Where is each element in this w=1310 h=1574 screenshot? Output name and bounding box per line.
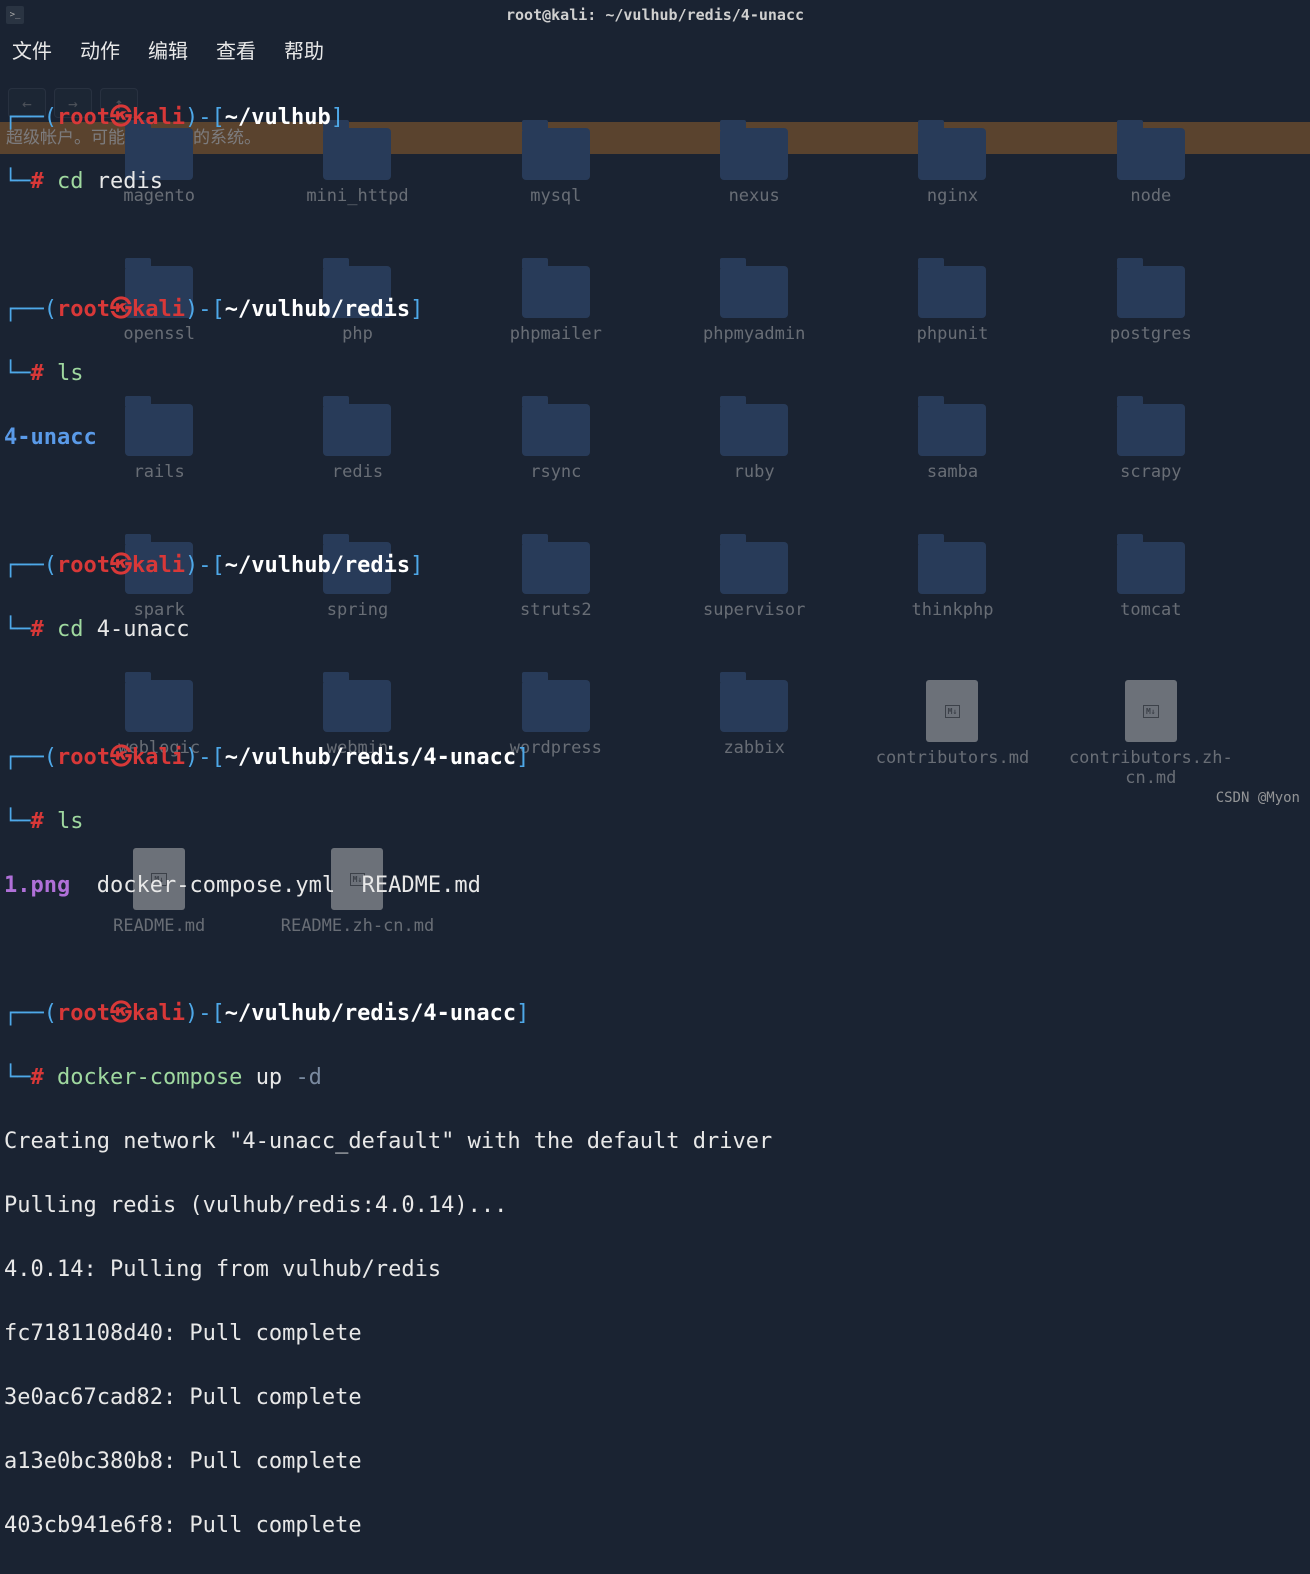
prompt-line: ┌──(root㉿kali)-[~/vulhub/redis] xyxy=(4,550,1306,582)
terminal-output[interactable]: ┌──(root㉿kali)-[~/vulhub] └─# cd redis ┌… xyxy=(4,70,1306,812)
output-line: 4.0.14: Pulling from vulhub/redis xyxy=(4,1254,1306,1286)
ls-output: 1.png docker-compose.yml README.md xyxy=(4,870,1306,902)
output-line: Creating network "4-unacc_default" with … xyxy=(4,1126,1306,1158)
menu-action[interactable]: 动作 xyxy=(80,35,120,64)
prompt-line: ┌──(root㉿kali)-[~/vulhub/redis/4-unacc] xyxy=(4,998,1306,1030)
menu-view[interactable]: 查看 xyxy=(216,35,256,64)
bg-file-label: README.md xyxy=(113,916,205,936)
output-line: 403cb941e6f8: Pull complete xyxy=(4,1510,1306,1542)
bg-file-label: README.zh-cn.md xyxy=(281,916,435,936)
command-line: └─# cd redis xyxy=(4,166,1306,198)
menu-edit[interactable]: 编辑 xyxy=(148,35,188,64)
prompt-line: ┌──(root㉿kali)-[~/vulhub] xyxy=(4,102,1306,134)
output-line: fc7181108d40: Pull complete xyxy=(4,1318,1306,1350)
output-line: 3e0ac67cad82: Pull complete xyxy=(4,1382,1306,1414)
window-title: root@kali: ~/vulhub/redis/4-unacc xyxy=(506,6,804,24)
menu-file[interactable]: 文件 xyxy=(12,35,52,64)
command-line: └─# docker-compose up -d xyxy=(4,1062,1306,1094)
command-line: └─# cd 4-unacc xyxy=(4,614,1306,646)
command-line: └─# ls xyxy=(4,358,1306,390)
command-line: └─# ls xyxy=(4,806,1306,838)
output-line: a13e0bc380b8: Pull complete xyxy=(4,1446,1306,1478)
title-bar: >_ root@kali: ~/vulhub/redis/4-unacc xyxy=(0,0,1310,30)
watermark: CSDN @Myon⁣ xyxy=(1216,790,1300,806)
prompt-line: ┌──(root㉿kali)-[~/vulhub/redis/4-unacc] xyxy=(4,742,1306,774)
prompt-line: ┌──(root㉿kali)-[~/vulhub/redis] xyxy=(4,294,1306,326)
ls-output: 4-unacc xyxy=(4,422,1306,454)
output-line: Pulling redis (vulhub/redis:4.0.14)... xyxy=(4,1190,1306,1222)
menu-help[interactable]: 帮助 xyxy=(284,35,324,64)
terminal-icon: >_ xyxy=(6,6,24,24)
menu-bar: 文件 动作 编辑 查看 帮助 xyxy=(0,30,1310,68)
